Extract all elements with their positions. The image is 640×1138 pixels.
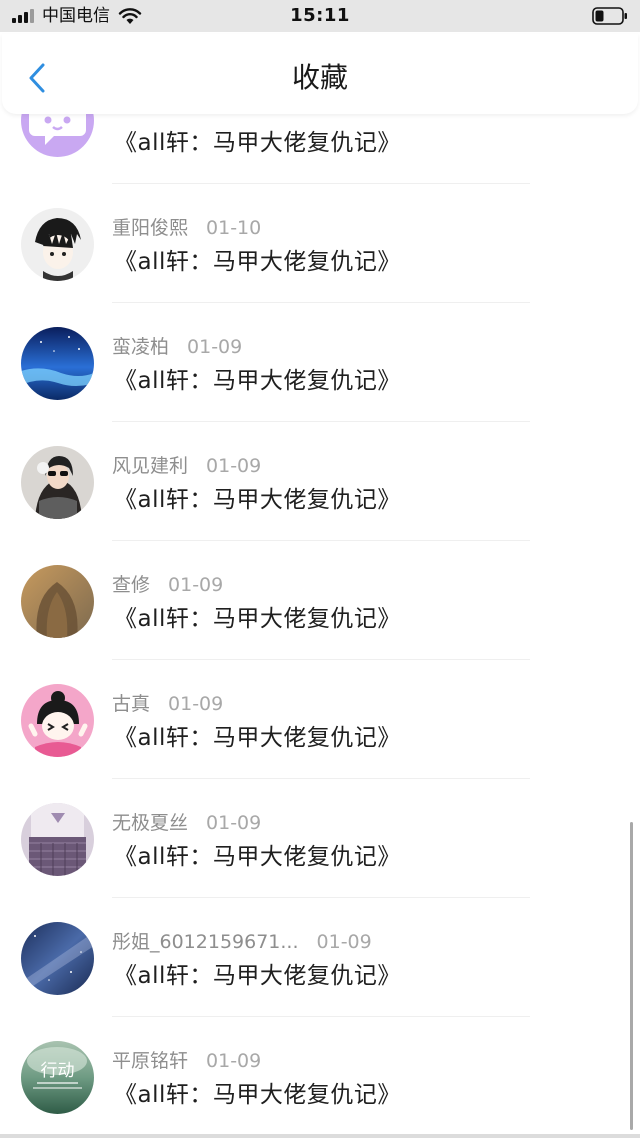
book-title: 《all轩：马甲大佬复仇记》: [114, 487, 401, 513]
username: 重阳俊熙: [112, 217, 189, 239]
scrollbar[interactable]: [630, 822, 633, 1130]
item-meta: 彤姐_6012159671... 01-09: [112, 927, 372, 954]
item-meta: 无极夏丝 01-09: [112, 808, 261, 835]
book-title: 《all轩：马甲大佬复仇记》: [114, 725, 401, 751]
bottom-edge: [0, 1134, 640, 1138]
avatar-text: 行动: [41, 1061, 75, 1081]
username: 查修: [112, 574, 151, 596]
list-item[interactable]: 行动 平原铭轩 01-09 《all轩：马甲大佬复仇记》: [0, 1017, 640, 1136]
favorites-list-container[interactable]: 《all轩：马甲大佬复仇记》 重阳俊熙 01-10 《all轩：马甲大佬复仇记》…: [0, 0, 640, 1138]
list-item[interactable]: 蛮凌柏 01-09 《all轩：马甲大佬复仇记》: [0, 303, 640, 422]
uniform-photo-avatar[interactable]: [21, 803, 94, 876]
date: 01-10: [206, 217, 262, 239]
book-title: 《all轩：马甲大佬复仇记》: [114, 249, 401, 275]
date: 01-09: [168, 693, 224, 715]
anime-boy-avatar[interactable]: [21, 208, 94, 281]
list-item[interactable]: 彤姐_6012159671... 01-09 《all轩：马甲大佬复仇记》: [0, 898, 640, 1017]
date: 01-09: [206, 1050, 262, 1072]
item-meta: 查修 01-09: [112, 570, 223, 597]
item-meta: 风见建利 01-09: [112, 451, 261, 478]
action-text-avatar[interactable]: 行动: [21, 1041, 94, 1114]
book-title: 《all轩：马甲大佬复仇记》: [114, 130, 401, 156]
item-meta: 重阳俊熙 01-10: [112, 213, 261, 240]
list-item[interactable]: 风见建利 01-09 《all轩：马甲大佬复仇记》: [0, 422, 640, 541]
list-item[interactable]: 重阳俊熙 01-10 《all轩：马甲大佬复仇记》: [0, 184, 640, 303]
item-meta: 蛮凌柏 01-09: [112, 332, 242, 359]
cartoon-girl-avatar[interactable]: [21, 684, 94, 757]
galaxy-avatar[interactable]: [21, 922, 94, 995]
date: 01-09: [316, 931, 372, 953]
night-sky-avatar[interactable]: [21, 327, 94, 400]
hair-photo-avatar[interactable]: [21, 565, 94, 638]
item-meta: 平原铭轩 01-09: [112, 1046, 261, 1073]
book-title: 《all轩：马甲大佬复仇记》: [114, 844, 401, 870]
date: 01-09: [206, 455, 262, 477]
date: 01-09: [206, 812, 262, 834]
list-item[interactable]: 查修 01-09 《all轩：马甲大佬复仇记》: [0, 541, 640, 660]
book-title: 《all轩：马甲大佬复仇记》: [114, 368, 401, 394]
username: 古真: [112, 693, 151, 715]
date: 01-09: [168, 574, 224, 596]
username: 彤姐_6012159671...: [112, 931, 299, 953]
nav-header: 收藏: [2, 34, 638, 114]
book-title: 《all轩：马甲大佬复仇记》: [114, 963, 401, 989]
girl-photo-avatar[interactable]: [21, 446, 94, 519]
book-title: 《all轩：马甲大佬复仇记》: [114, 606, 401, 632]
username: 平原铭轩: [112, 1050, 189, 1072]
page-title: 收藏: [291, 61, 348, 94]
list-item[interactable]: 古真 01-09 《all轩：马甲大佬复仇记》: [0, 660, 640, 779]
item-meta: 古真 01-09: [112, 689, 223, 716]
username: 无极夏丝: [112, 812, 189, 834]
book-title: 《all轩：马甲大佬复仇记》: [114, 1082, 401, 1108]
date: 01-09: [187, 336, 243, 358]
username: 风见建利: [112, 455, 189, 477]
list-item[interactable]: 无极夏丝 01-09 《all轩：马甲大佬复仇记》: [0, 779, 640, 898]
username: 蛮凌柏: [112, 336, 170, 358]
